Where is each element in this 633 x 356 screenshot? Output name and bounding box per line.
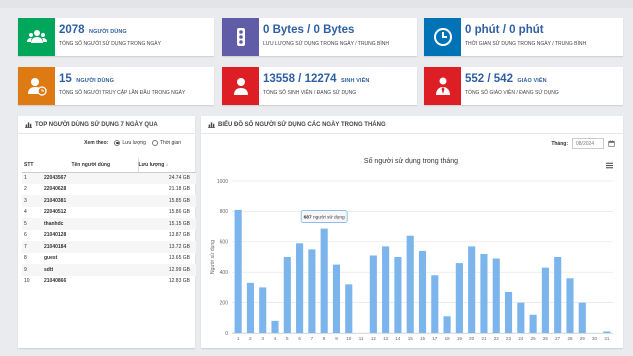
y-axis-label: Người sử dụng: [209, 240, 216, 274]
x-tick-label: 31: [604, 336, 610, 341]
bar: [566, 278, 574, 333]
x-tick-label: 21: [481, 336, 487, 341]
bar: [455, 263, 463, 333]
bar: [443, 316, 451, 333]
bar: [468, 246, 476, 333]
bar: [554, 257, 562, 333]
bar: [541, 267, 549, 333]
bar: [504, 291, 513, 333]
x-tick-label: 24: [518, 336, 524, 341]
y-tick-label: 400: [220, 270, 229, 276]
bar: [332, 264, 341, 333]
x-tick-label: 26: [543, 336, 549, 341]
x-tick-label: 15: [408, 336, 414, 341]
bar: [382, 246, 390, 333]
y-tick-label: 200: [220, 300, 229, 306]
bar: [394, 257, 402, 333]
tooltip-text: 687 người sử dụng: [304, 214, 345, 221]
x-tick-label: 4: [274, 336, 277, 341]
tooltip-value: 687: [304, 215, 313, 221]
x-tick-label: 18: [445, 336, 451, 341]
bar: [406, 235, 414, 333]
x-tick-label: 20: [469, 336, 475, 341]
x-tick-label: 7: [311, 336, 314, 341]
bar: [480, 253, 488, 333]
x-tick-label: 23: [506, 336, 512, 341]
x-tick-label: 8: [323, 336, 326, 341]
bar: [234, 209, 242, 333]
usage-bar-chart: 02004006008001000Người sử dụng1 2 3 4 5 6 7 8 9 1…: [209, 179, 613, 341]
y-tick-label: 800: [220, 209, 229, 215]
x-tick-label: 16: [420, 336, 426, 341]
bar: [271, 320, 279, 333]
bar: [431, 275, 439, 333]
x-tick-label: 25: [531, 336, 537, 341]
x-tick-label: 30: [592, 336, 598, 341]
x-tick-label: 27: [555, 336, 561, 341]
bar: [320, 228, 328, 333]
bar: [369, 255, 377, 333]
x-tick-label: 1: [237, 336, 240, 341]
bar: [246, 282, 254, 333]
x-tick-label: 6: [298, 336, 301, 341]
x-tick-label: 9: [335, 336, 338, 341]
x-tick-label: 22: [494, 336, 500, 341]
x-tick-label: 19: [457, 336, 463, 341]
bar: [603, 331, 611, 333]
tooltip-label: người sử dụng: [313, 214, 345, 221]
x-tick-label: 13: [383, 336, 389, 341]
x-tick-label: 2: [249, 336, 252, 341]
bar: [308, 249, 316, 333]
x-tick-label: 14: [395, 336, 401, 341]
x-tick-label: 28: [567, 336, 573, 341]
bar: [283, 257, 291, 333]
y-tick-label: 600: [220, 240, 229, 246]
bar: [418, 250, 427, 333]
bar: [517, 302, 525, 333]
x-tick-label: 5: [286, 336, 289, 341]
bar: [345, 284, 353, 333]
y-tick-label: 1000: [217, 179, 228, 185]
bar: [259, 287, 267, 333]
x-tick-label: 10: [346, 336, 352, 341]
y-tick-label: 0: [225, 331, 228, 337]
bar: [578, 302, 586, 333]
x-tick-label: 11: [359, 336, 364, 341]
x-tick-label: 29: [580, 336, 586, 341]
bar: [529, 314, 537, 333]
x-tick-label: 17: [432, 336, 438, 341]
x-tick-label: 3: [261, 336, 264, 341]
bar: [296, 243, 304, 333]
x-tick-label: 12: [371, 336, 377, 341]
bar: [492, 258, 500, 333]
